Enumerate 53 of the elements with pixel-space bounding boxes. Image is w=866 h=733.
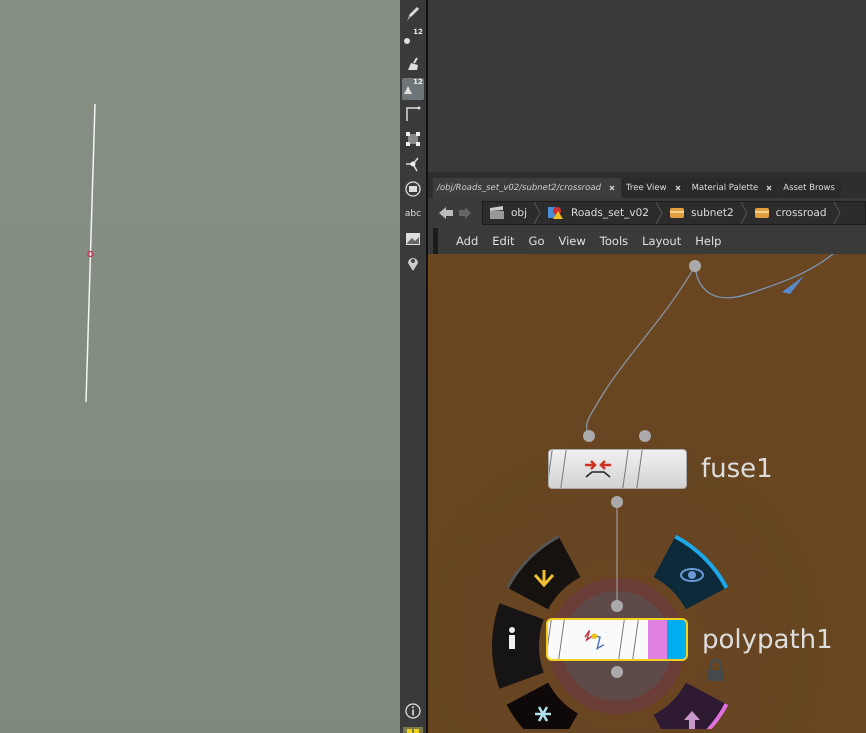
path-segment[interactable]: subnet2 [662, 202, 748, 224]
info-icon[interactable] [405, 703, 421, 719]
freeze-sector[interactable] [506, 682, 578, 729]
chevron-icon [832, 202, 841, 224]
brush-icon [406, 57, 420, 71]
bypass-sector[interactable] [506, 535, 580, 610]
box-select-icon [405, 131, 421, 147]
output-dot [689, 260, 701, 272]
path-segment[interactable]: obj [483, 202, 542, 224]
chevron-icon [654, 202, 663, 224]
close-icon[interactable] [766, 185, 772, 191]
menu-item[interactable]: Help [695, 234, 722, 248]
input-dot [583, 430, 595, 442]
pen-icon [406, 6, 420, 22]
chevron-icon [533, 202, 542, 224]
pane-tab[interactable]: Material Palette [688, 178, 778, 198]
box-icon [668, 207, 685, 219]
output-dot [611, 666, 623, 678]
menu-item[interactable]: Go [528, 234, 544, 248]
menu-item[interactable]: Add [456, 234, 478, 248]
pane-tab[interactable]: Tree View [622, 178, 687, 198]
input-dot [639, 430, 651, 442]
info-sector[interactable] [492, 603, 544, 689]
layout-icon[interactable] [403, 727, 423, 733]
pin-icon [407, 256, 419, 272]
node-name: polypath1 [702, 624, 833, 654]
display-sector[interactable] [654, 534, 728, 610]
handle-icon [405, 156, 421, 172]
node-name: fuse1 [701, 454, 773, 484]
pane-tab[interactable]: Asset Brows [779, 178, 841, 198]
corner-icon [405, 106, 421, 122]
menu-item[interactable]: Tools [600, 234, 628, 248]
clapboard-icon [489, 206, 505, 220]
merge-arrows-icon [583, 459, 613, 479]
shapes-icon [547, 206, 566, 220]
chevron-icon [740, 202, 748, 224]
close-icon[interactable] [674, 185, 681, 191]
output-dot [611, 496, 623, 508]
image-icon [405, 232, 421, 246]
box-icon [754, 207, 770, 219]
pane-tab[interactable]: /obj/Roads_set_v02/subnet2/crossroad [433, 178, 621, 198]
path-segment[interactable]: crossroad [748, 202, 841, 224]
input-dot [611, 600, 623, 612]
text-tool-button[interactable]: abc [402, 203, 424, 225]
path-segment[interactable]: Roads_set_v02 [541, 202, 663, 224]
template-sector[interactable] [654, 682, 728, 729]
node-tile[interactable] [548, 449, 687, 489]
menu-item[interactable]: Layout [642, 234, 682, 248]
circle-icon [405, 181, 421, 197]
menu-item[interactable]: View [558, 234, 586, 248]
close-icon[interactable] [608, 185, 615, 191]
back-icon[interactable] [438, 206, 454, 220]
menu-item[interactable]: Edit [492, 234, 515, 248]
